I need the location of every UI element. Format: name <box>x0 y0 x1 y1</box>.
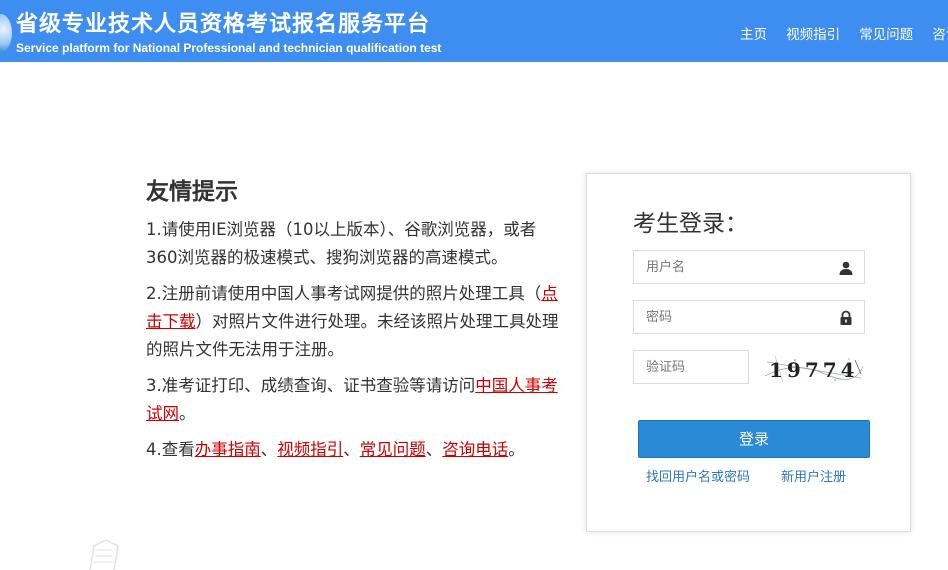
tip-text: 4.查看 <box>146 440 195 459</box>
tips-title: 友情提示 <box>146 179 238 205</box>
captcha-image[interactable]: 19774 <box>765 354 863 384</box>
tip-item: 1.请使用IE浏览器（10以上版本）、谷歌浏览器，或者360浏览器的极速模式、搜… <box>146 216 566 272</box>
nav-consult[interactable]: 咨询 <box>932 27 948 43</box>
tip-text: 。 <box>179 404 196 423</box>
username-field-wrap <box>633 250 865 284</box>
tips-panel: 友情提示 1.请使用IE浏览器（10以上版本）、谷歌浏览器，或者360浏览器的极… <box>146 172 566 472</box>
tip-text: 。 <box>508 440 525 459</box>
lock-icon <box>840 310 852 325</box>
watermark-icon <box>89 539 119 570</box>
nav-home[interactable]: 主页 <box>740 27 767 43</box>
tips-list: 1.请使用IE浏览器（10以上版本）、谷歌浏览器，或者360浏览器的极速模式、搜… <box>146 216 566 464</box>
tip-link[interactable]: 视频指引 <box>277 440 343 459</box>
forgot-password-link[interactable]: 找回用户名或密码 <box>646 466 750 485</box>
tip-text: 、 <box>343 440 360 459</box>
captcha-input[interactable] <box>634 351 748 383</box>
tip-text: 、 <box>425 440 443 459</box>
login-panel: 考生登录： 19774 登录 找回用户名或密码 新用户注册 <box>586 173 911 532</box>
site-subtitle: Service platform for National Profession… <box>16 41 442 55</box>
top-nav: 主页 视频指引 常见问题 咨询 <box>740 23 948 43</box>
site-title: 省级专业技术人员资格考试报名服务平台 <box>16 12 431 37</box>
tip-link[interactable]: 常见问题 <box>360 440 426 459</box>
tip-item: 3.准考证打印、成绩查询、证书查验等请访问中国人事考试网。 <box>146 372 566 428</box>
nav-faq[interactable]: 常见问题 <box>859 27 913 43</box>
login-title: 考生登录： <box>633 211 748 237</box>
tip-item: 2.注册前请使用中国人事考试网提供的照片处理工具（点击下载）对照片文件进行处理。… <box>146 280 566 364</box>
password-input[interactable] <box>634 301 864 333</box>
tip-text: 2.注册前请使用中国人事考试网提供的照片处理工具（ <box>146 284 542 303</box>
tip-text: 、 <box>260 440 278 459</box>
tip-text: 3.准考证打印、成绩查询、证书查验等请访问 <box>146 376 476 395</box>
captcha-field-wrap <box>633 350 749 384</box>
password-field-wrap <box>633 300 865 334</box>
tip-link[interactable]: 办事指南 <box>195 440 261 459</box>
nav-video-guide[interactable]: 视频指引 <box>786 27 840 43</box>
tip-text: ）对照片文件进行处理。未经该照片处理工具处理的照片文件无法用于注册。 <box>146 312 559 359</box>
site-header: 省级专业技术人员资格考试报名服务平台 Service platform for … <box>0 0 948 62</box>
login-button[interactable]: 登录 <box>638 420 870 458</box>
username-input[interactable] <box>634 251 864 283</box>
globe-logo-icon <box>0 14 12 52</box>
captcha-text: 19774 <box>769 358 859 382</box>
tip-item: 4.查看办事指南、视频指引、常见问题、咨询电话。 <box>146 436 566 464</box>
register-link[interactable]: 新用户注册 <box>781 466 846 485</box>
user-icon <box>839 261 853 275</box>
tip-link[interactable]: 咨询电话 <box>442 440 508 459</box>
tip-text: 1.请使用IE浏览器（10以上版本）、谷歌浏览器，或者360浏览器的极速模式、搜… <box>146 220 537 267</box>
